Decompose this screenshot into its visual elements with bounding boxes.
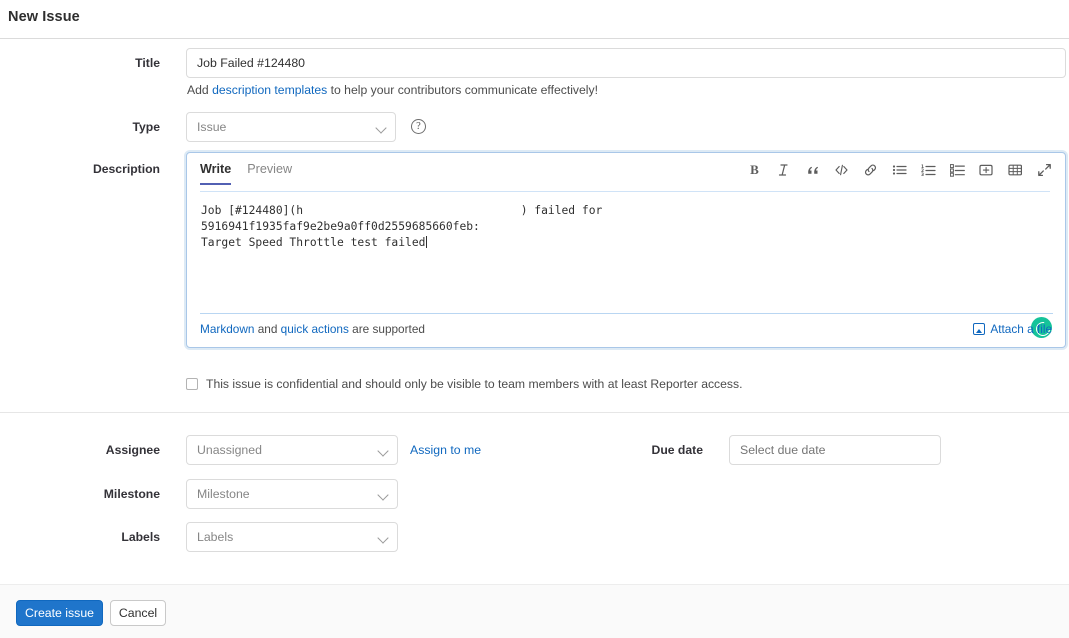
- type-select[interactable]: Issue: [186, 112, 396, 142]
- description-templates-link[interactable]: description templates: [212, 83, 327, 97]
- bullet-list-icon[interactable]: [891, 161, 908, 178]
- text-cursor: [426, 236, 428, 248]
- description-label: Description: [92, 162, 160, 176]
- image-icon: [973, 323, 986, 335]
- tab-write[interactable]: Write: [200, 162, 231, 185]
- editor-footer-divider: [200, 313, 1053, 314]
- md-line3: Target Speed Throttle test failed: [201, 236, 426, 249]
- md-line1-redacted-url: ttps://example.com/-/jobs/124480: [303, 204, 521, 217]
- markdown-link[interactable]: Markdown: [200, 322, 254, 336]
- editor-toolbar: B 1 2 3: [746, 161, 1053, 178]
- chevron-down-icon: [377, 489, 389, 501]
- chevron-down-icon: [377, 445, 389, 457]
- attach-file-button[interactable]: Attach a file: [973, 322, 1052, 336]
- md-line1-a: Job [#124480](h: [201, 204, 304, 217]
- cancel-button[interactable]: Cancel: [110, 600, 166, 626]
- editor-tabs: Write Preview: [200, 162, 292, 185]
- type-label: Type: [132, 120, 160, 134]
- labels-value: Labels: [197, 530, 234, 544]
- create-issue-button[interactable]: Create issue: [16, 600, 103, 626]
- chevron-down-icon: [377, 532, 389, 544]
- title-help-suffix: to help your contributors communicate ef…: [327, 83, 598, 97]
- confidential-label: This issue is confidential and should on…: [206, 377, 743, 391]
- code-icon[interactable]: [833, 161, 850, 178]
- link-icon[interactable]: [862, 161, 879, 178]
- confidential-row: This issue is confidential and should on…: [186, 377, 743, 391]
- italic-icon[interactable]: [775, 161, 792, 178]
- form-footer: Create issue Cancel: [0, 584, 1069, 638]
- editor-footer-help: Markdown and quick actions are supported: [200, 322, 425, 336]
- editor-tabs-divider: [200, 191, 1050, 192]
- page-title: New Issue: [8, 9, 80, 25]
- tab-preview[interactable]: Preview: [247, 162, 292, 185]
- quote-icon[interactable]: [804, 161, 821, 178]
- assignee-value: Unassigned: [197, 443, 262, 457]
- due-date-input[interactable]: [729, 435, 941, 465]
- table-icon[interactable]: [1007, 161, 1024, 178]
- footer-mid-text: and: [254, 322, 281, 336]
- description-editor: Write Preview B 1 2 3 Job [#124480](h) …: [186, 152, 1066, 348]
- task-list-icon[interactable]: [949, 161, 966, 178]
- md-line1-b: ) failed for: [520, 204, 603, 217]
- editor-header: Write Preview B 1 2 3: [187, 153, 1065, 192]
- new-issue-page: New Issue Title Add description template…: [0, 0, 1069, 638]
- numbered-list-icon[interactable]: 1 2 3: [920, 161, 937, 178]
- header-divider: [0, 38, 1069, 39]
- milestone-value: Milestone: [197, 487, 250, 501]
- type-value: Issue: [197, 120, 227, 134]
- attach-file-label: Attach a file: [990, 322, 1052, 336]
- title-input[interactable]: [186, 48, 1066, 78]
- due-date-label: Due date: [651, 443, 703, 457]
- bold-icon[interactable]: B: [746, 161, 763, 178]
- md-line2: 5916941f1935faf9e2be9a0ff0d2559685660feb…: [201, 220, 480, 233]
- section-divider: [0, 412, 1069, 413]
- svg-text:3: 3: [921, 172, 924, 177]
- footer-suffix-text: are supported: [348, 322, 425, 336]
- quick-actions-link[interactable]: quick actions: [281, 322, 349, 336]
- labels-select[interactable]: Labels: [186, 522, 398, 552]
- help-circle-icon[interactable]: ?: [411, 119, 426, 134]
- milestone-select[interactable]: Milestone: [186, 479, 398, 509]
- confidential-checkbox[interactable]: [186, 378, 198, 390]
- description-textarea[interactable]: Job [#124480](https://example.com/-/jobs…: [187, 193, 1065, 315]
- collapsible-section-icon[interactable]: [978, 161, 995, 178]
- description-markdown: Job [#124480](https://example.com/-/jobs…: [201, 203, 1051, 251]
- milestone-label: Milestone: [103, 487, 160, 501]
- assignee-label: Assignee: [105, 443, 160, 457]
- fullscreen-icon[interactable]: [1036, 161, 1053, 178]
- assignee-select[interactable]: Unassigned: [186, 435, 398, 465]
- editor-footer: Markdown and quick actions are supported…: [187, 315, 1065, 347]
- chevron-down-icon: [375, 122, 387, 134]
- labels-label: Labels: [121, 530, 160, 544]
- title-help-prefix: Add: [187, 83, 213, 97]
- title-help-text: Add description templates to help your c…: [187, 83, 598, 97]
- title-label: Title: [135, 56, 160, 70]
- assign-to-me-link[interactable]: Assign to me: [410, 443, 481, 457]
